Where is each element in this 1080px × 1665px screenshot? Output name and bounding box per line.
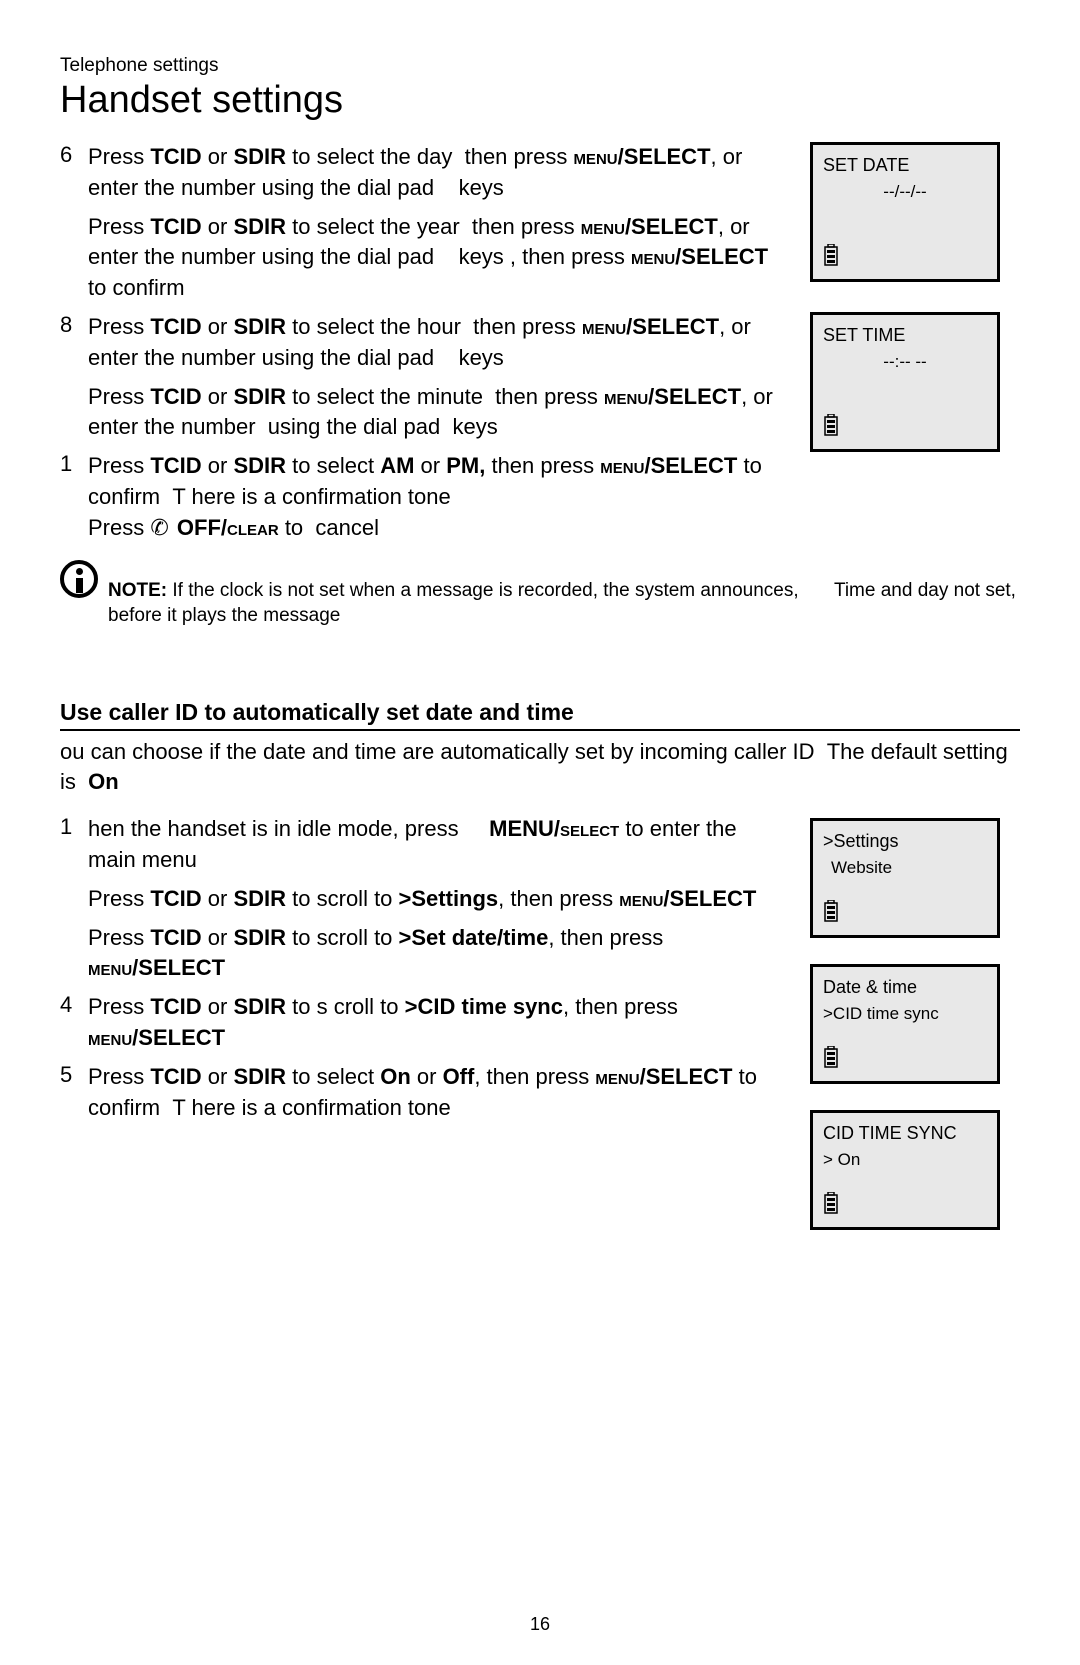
- step-body: Press TCID or SDIR to select the year th…: [88, 212, 790, 304]
- lcd-line-1: >Settings: [823, 831, 987, 852]
- section-2-lcds: >Settings Website Date & time >CID time sy…: [810, 818, 1020, 1256]
- instruction-step: Press TCID or SDIR to scroll to >Set dat…: [60, 923, 790, 985]
- instruction-step: 4Press TCID or SDIR to s croll to >CID t…: [60, 992, 790, 1054]
- step-body: Press TCID or SDIR to scroll to >Set dat…: [88, 923, 790, 985]
- battery-icon: [823, 1192, 839, 1219]
- step-body: Press TCID or SDIR to select AM or PM, t…: [88, 451, 790, 543]
- step-body: hen the handset is in idle mode, press M…: [88, 814, 790, 876]
- section-2-intro: ou can choose if the date and time are a…: [60, 737, 1020, 796]
- section-2: Use caller ID to automatically set date …: [60, 699, 1020, 1256]
- note-label: NOTE:: [108, 580, 167, 601]
- lcd-line-1: SET DATE: [823, 155, 987, 176]
- step-number: [60, 884, 88, 915]
- lcd-line-2: --:-- --: [823, 352, 987, 372]
- step-body: Press TCID or SDIR to select the minute …: [88, 382, 790, 444]
- lcd-line-1: CID TIME SYNC: [823, 1123, 987, 1144]
- lcd-line-2: >CID time sync: [823, 1004, 987, 1024]
- note-block: NOTE: If the clock is not set when a mes…: [60, 568, 1020, 629]
- section-1: 6Press TCID or SDIR to select the day th…: [60, 142, 1020, 552]
- instruction-step: 1Press TCID or SDIR to select AM or PM, …: [60, 451, 790, 543]
- step-body: Press TCID or SDIR to scroll to >Setting…: [88, 884, 756, 915]
- note-emph: Time and day not set,: [834, 580, 1016, 601]
- instruction-step: Press TCID or SDIR to scroll to >Setting…: [60, 884, 790, 915]
- step-body: Press TCID or SDIR to s croll to >CID ti…: [88, 992, 790, 1054]
- lcd-screen: SET TIME --:-- --: [810, 312, 1000, 452]
- step-number: [60, 382, 88, 444]
- section-1-text: 6Press TCID or SDIR to select the day th…: [60, 142, 790, 552]
- step-number: 8: [60, 312, 88, 374]
- battery-icon: [823, 244, 839, 271]
- section-2-text: 1hen the handset is in idle mode, press …: [60, 814, 790, 1131]
- instruction-step: Press TCID or SDIR to select the minute …: [60, 382, 790, 444]
- step-number: [60, 212, 88, 304]
- battery-icon: [823, 414, 839, 441]
- lcd-screen: SET DATE --/--/--: [810, 142, 1000, 282]
- instruction-step: 1hen the handset is in idle mode, press …: [60, 814, 790, 876]
- note-body-2: before it plays the message: [108, 605, 340, 626]
- document-page: Telephone settings Handset settings 6Pre…: [0, 0, 1080, 1665]
- instruction-step: Press TCID or SDIR to select the year th…: [60, 212, 790, 304]
- step-number: 6: [60, 142, 88, 204]
- section-label: Telephone settings: [60, 55, 1020, 77]
- step-number: 1: [60, 451, 88, 543]
- lcd-screen: CID TIME SYNC > On: [810, 1110, 1000, 1230]
- lcd-screen: >Settings Website: [810, 818, 1000, 938]
- page-number: 16: [530, 1614, 550, 1635]
- instruction-step: 6Press TCID or SDIR to select the day th…: [60, 142, 790, 204]
- step-body: Press TCID or SDIR to select On or Off, …: [88, 1062, 790, 1124]
- step-number: [60, 923, 88, 985]
- instruction-step: 8Press TCID or SDIR to select the hour t…: [60, 312, 790, 374]
- page-title: Handset settings: [60, 79, 1020, 122]
- step-body: Press TCID or SDIR to select the day the…: [88, 142, 790, 204]
- instruction-step: 5Press TCID or SDIR to select On or Off,…: [60, 1062, 790, 1124]
- step-number: 1: [60, 814, 88, 876]
- note-text: NOTE: If the clock is not set when a mes…: [108, 568, 1020, 629]
- lcd-line-1: Date & time: [823, 977, 987, 998]
- lcd-line-1: SET TIME: [823, 325, 987, 346]
- lcd-line-2: Website: [823, 858, 987, 878]
- battery-icon: [823, 1046, 839, 1073]
- lcd-line-2: --/--/--: [823, 182, 987, 202]
- step-body: Press TCID or SDIR to select the hour th…: [88, 312, 790, 374]
- section-1-lcds: SET DATE --/--/-- SET TIME --:-- --: [810, 142, 1020, 478]
- step-number: 5: [60, 1062, 88, 1124]
- battery-icon: [823, 900, 839, 927]
- info-icon: [60, 560, 98, 598]
- lcd-line-2: > On: [823, 1150, 987, 1170]
- step-number: 4: [60, 992, 88, 1054]
- section-2-heading: Use caller ID to automatically set date …: [60, 699, 1020, 731]
- note-body-1: If the clock is not set when a message i…: [167, 580, 804, 601]
- lcd-screen: Date & time >CID time sync: [810, 964, 1000, 1084]
